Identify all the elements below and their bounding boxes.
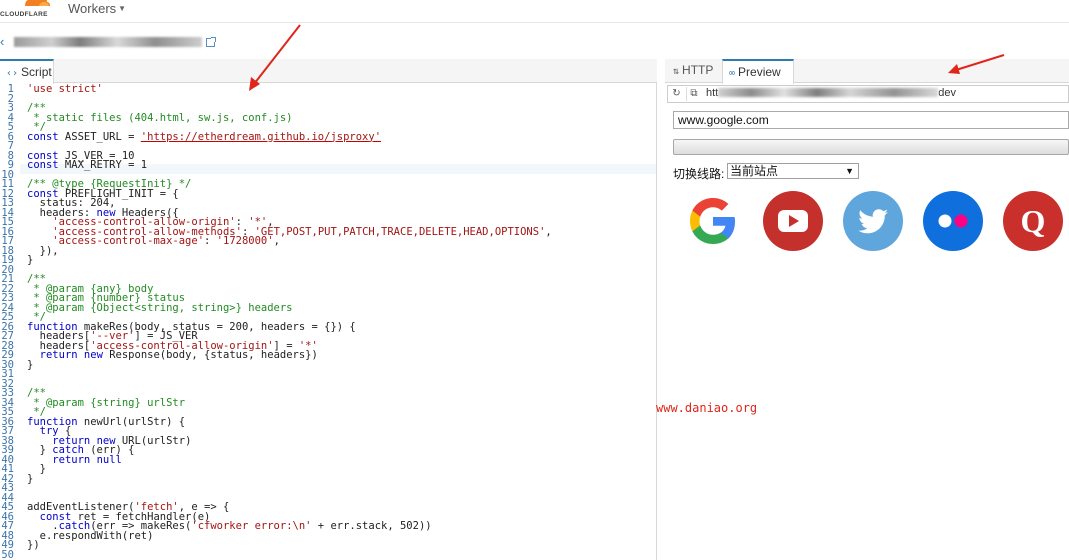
- chevron-left-icon[interactable]: ‹: [0, 34, 4, 49]
- workers-editor-app: CLOUDFLARE Workers ▼ ‹ ‹› Script 123456789…: [0, 0, 1069, 560]
- preview-tab-bar: ⇅ HTTP ∞ Preview: [665, 59, 1069, 84]
- link-icon: ∞: [729, 68, 736, 79]
- tab-preview-label: Preview: [738, 65, 781, 79]
- tab-script-label: Script: [21, 65, 52, 79]
- quora-icon[interactable]: Q: [1003, 191, 1063, 251]
- script-pane: ‹› Script 1 2 3 4 5 6 7 8 9 10 11 12 13 14 15 16 17 18 19 20…: [0, 59, 657, 560]
- code-line: 'use strict': [27, 84, 103, 95]
- code-line: }): [27, 539, 40, 551]
- open-in-new-icon[interactable]: ⧉: [686, 87, 701, 101]
- tab-http-label: HTTP: [682, 63, 714, 77]
- code-line: e.respondWith(ret): [27, 529, 154, 542]
- tab-http[interactable]: ⇅ HTTP: [667, 59, 723, 83]
- code-line: const MAX_RETRY = 1: [27, 159, 148, 171]
- preview-address-bar: ↻ ⧉ htt dev: [667, 85, 1069, 103]
- cloud-icon: [25, 0, 50, 6]
- proxy-url-input[interactable]: www.google.com: [673, 111, 1069, 129]
- line-number: 50: [1, 548, 14, 560]
- code-line: const ASSET_URL = 'https://etherdream.gi…: [27, 130, 382, 143]
- preview-pane: ⇅ HTTP ∞ Preview ↻ ⧉ htt dev www.google.com…: [665, 59, 1069, 560]
- cloudflare-logo[interactable]: CLOUDFLARE: [0, 0, 54, 20]
- code-icon: ‹›: [6, 68, 19, 79]
- route-select[interactable]: 当前站点 ▼: [727, 163, 859, 179]
- code-line: 'access-control-max-age': '1728000',: [52, 235, 280, 247]
- route-label: 切换线路:: [673, 167, 725, 181]
- code-line: * @param {string} urlStr: [27, 396, 186, 409]
- redacted-url: [718, 88, 939, 97]
- worker-name: [14, 36, 202, 50]
- tab-script[interactable]: ‹› Script: [0, 59, 54, 84]
- flickr-icon[interactable]: [923, 191, 983, 251]
- google-icon[interactable]: [683, 191, 743, 251]
- route-selected: 当前站点: [730, 164, 779, 178]
- preview-url[interactable]: htt dev: [706, 87, 956, 99]
- go-button[interactable]: [673, 139, 1069, 155]
- svg-text:Q: Q: [1021, 203, 1046, 239]
- code-line: * @param {Object<string, string>} header…: [27, 301, 293, 314]
- twitter-icon[interactable]: [843, 191, 903, 251]
- workers-menu[interactable]: Workers ▼: [68, 1, 126, 16]
- arrows-icon: ⇅: [673, 66, 680, 77]
- watermark-text: www.daniao.org: [656, 401, 758, 415]
- line-number-gutter: 1 2 3 4 5 6 7 8 9 10 11 12 13 14 15 16 17 18 19 20 21 22 23 24 2…: [0, 84, 20, 560]
- code-editor[interactable]: 1 2 3 4 5 6 7 8 9 10 11 12 13 14 15 16 17 18 19 20 21 22 23 24 2…: [0, 84, 656, 560]
- code-line: }: [27, 472, 34, 485]
- dropdown-arrow-icon: ▼: [845, 166, 854, 176]
- redacted-worker-name: [14, 37, 202, 47]
- code-line: }: [27, 254, 34, 266]
- tab-preview[interactable]: ∞ Preview: [722, 59, 794, 84]
- refresh-icon[interactable]: ↻: [669, 87, 684, 101]
- external-link-icon[interactable]: [206, 37, 216, 47]
- worker-name-bar: ‹: [0, 24, 1069, 58]
- top-bar: CLOUDFLARE Workers ▼: [0, 0, 1069, 23]
- url-prefix: htt: [706, 87, 719, 99]
- caret-down-icon: ▼: [118, 4, 127, 13]
- code-line: return new Response(body, {status, heade…: [39, 349, 318, 361]
- code-line: }: [27, 358, 34, 371]
- code-line: * static files (404.html, sw.js, conf.js…: [27, 111, 293, 124]
- script-tab-bar: ‹› Script: [0, 59, 657, 84]
- url-suffix: dev: [938, 87, 956, 99]
- youtube-icon[interactable]: [763, 191, 823, 251]
- brand-text: CLOUDFLARE: [0, 11, 48, 18]
- workers-menu-label: Workers: [68, 1, 117, 16]
